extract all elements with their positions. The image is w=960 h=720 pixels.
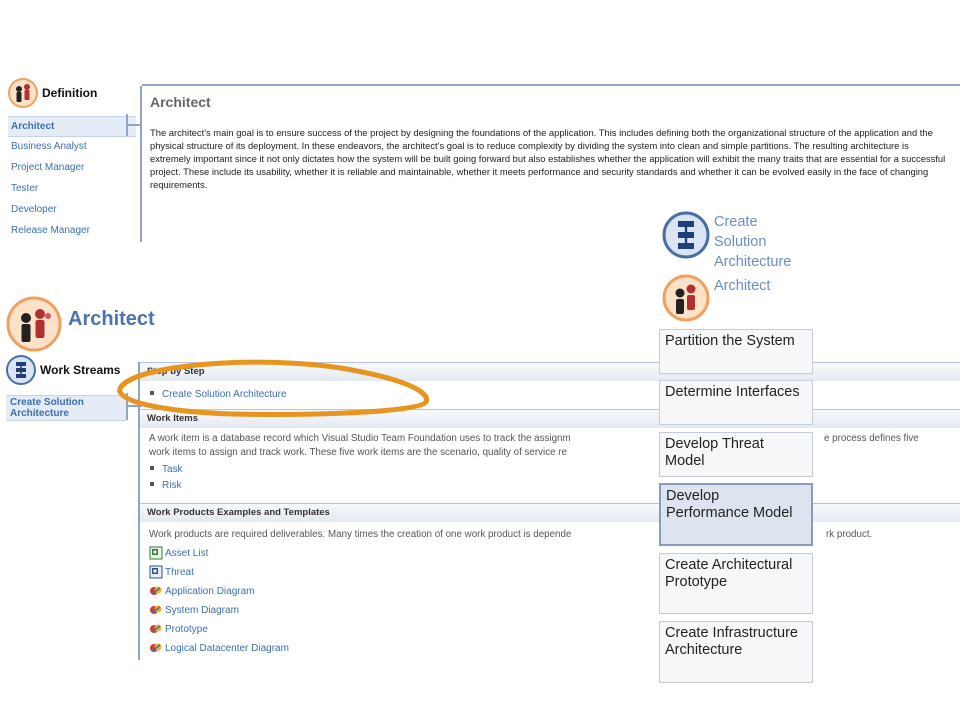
overlay-workstream-line: Solution xyxy=(714,234,767,250)
nav-item-create-solution-architecture[interactable]: Create Solution Architecture xyxy=(6,396,126,420)
bullet-marker xyxy=(150,482,154,486)
nav-item-tester[interactable]: Tester xyxy=(8,179,136,200)
work-item-task[interactable]: Task xyxy=(150,464,960,475)
work-products-heading: Work Products Examples and Templates xyxy=(140,503,960,522)
work-product-label[interactable]: Application Diagram xyxy=(165,586,255,597)
work-product-asset-list[interactable]: Asset List xyxy=(149,544,960,563)
overlay-workstream-label[interactable]: Create Solution Architecture xyxy=(714,212,791,272)
work-item-risk[interactable]: Risk xyxy=(150,480,960,491)
work-products-text-left: Work products are required deliverables.… xyxy=(149,529,572,540)
word-doc-icon xyxy=(149,565,163,579)
bullet-marker xyxy=(150,466,154,470)
work-item-task-link[interactable]: Task xyxy=(162,464,183,475)
work-product-system-diagram[interactable]: System Diagram xyxy=(149,601,960,620)
highlight-ring xyxy=(117,359,429,417)
content-title: Architect xyxy=(150,94,211,110)
work-stream-icon xyxy=(662,211,710,259)
definition-nav: Architect Business Analyst Project Manag… xyxy=(8,116,136,242)
step-create-architectural-prototype[interactable]: Create Architectural Prototype xyxy=(659,553,813,614)
step-create-infrastructure-architecture[interactable]: Create Infrastructure Architecture xyxy=(659,621,813,683)
work-products-section: Work Products Examples and Templates Wor… xyxy=(140,503,960,658)
nav-item-business-analyst[interactable]: Business Analyst xyxy=(8,137,136,158)
step-develop-threat-model[interactable]: Develop Threat Model xyxy=(659,432,813,477)
work-streams-nav: Create Solution Architecture xyxy=(6,395,126,421)
work-product-label[interactable]: Prototype xyxy=(165,624,208,635)
diagram-icon xyxy=(150,624,162,633)
work-product-label[interactable]: Asset List xyxy=(165,548,208,559)
step-determine-interfaces[interactable]: Determine Interfaces xyxy=(659,380,813,425)
work-items-text-line2: work items to assign and track work. The… xyxy=(149,446,567,458)
overlay-workstream-line: Create xyxy=(714,214,758,230)
work-product-label[interactable]: Threat xyxy=(165,567,194,578)
definition-content: Architect The architect's main goal is t… xyxy=(142,84,960,216)
work-product-label[interactable]: System Diagram xyxy=(165,605,239,616)
work-streams-heading: Work Streams xyxy=(40,363,121,377)
work-product-prototype[interactable]: Prototype xyxy=(149,620,960,639)
work-product-application-diagram[interactable]: Application Diagram xyxy=(149,582,960,601)
content-text: The architect's main goal is to ensure s… xyxy=(150,127,946,191)
step-partition-system[interactable]: Partition the System xyxy=(659,329,813,374)
diagram-icon xyxy=(150,586,162,595)
nav-item-architect[interactable]: Architect xyxy=(8,116,136,137)
work-item-risk-link[interactable]: Risk xyxy=(162,480,181,491)
nav-item-project-manager[interactable]: Project Manager xyxy=(8,158,136,179)
work-items-text-right: e process defines five xyxy=(824,433,919,444)
work-products-text: Work products are required deliverables.… xyxy=(149,528,949,542)
architect-role-icon xyxy=(662,274,710,322)
role-icon xyxy=(8,78,38,108)
diagram-icon xyxy=(150,605,162,614)
architect-title: Architect xyxy=(68,308,155,330)
work-product-logical-datacenter-diagram[interactable]: Logical Datacenter Diagram xyxy=(149,639,960,658)
work-items-text: A work item is a database record which V… xyxy=(149,432,949,459)
work-products-text-right: rk product. xyxy=(826,529,873,540)
work-stream-icon xyxy=(6,355,36,385)
nav-item-release-manager[interactable]: Release Manager xyxy=(8,221,136,242)
work-products-list: Asset List Threat Application Diagram Sy… xyxy=(149,544,960,658)
architect-role-icon xyxy=(6,296,62,352)
diagram-icon xyxy=(150,643,162,652)
overlay-role[interactable]: Architect xyxy=(662,274,862,324)
overlay-workstream[interactable]: Create Solution Architecture xyxy=(662,211,960,270)
overlay-workstream-line: Architecture xyxy=(714,254,792,270)
definition-header: Definition xyxy=(8,78,138,108)
work-product-threat[interactable]: Threat xyxy=(149,563,960,582)
nav-item-developer[interactable]: Developer xyxy=(8,200,136,221)
step-develop-performance-model[interactable]: Develop Performance Model xyxy=(659,483,813,546)
definition-heading: Definition xyxy=(42,86,98,100)
excel-doc-icon xyxy=(149,546,163,560)
work-product-label[interactable]: Logical Datacenter Diagram xyxy=(165,643,289,654)
overlay-role-label[interactable]: Architect xyxy=(714,276,770,296)
